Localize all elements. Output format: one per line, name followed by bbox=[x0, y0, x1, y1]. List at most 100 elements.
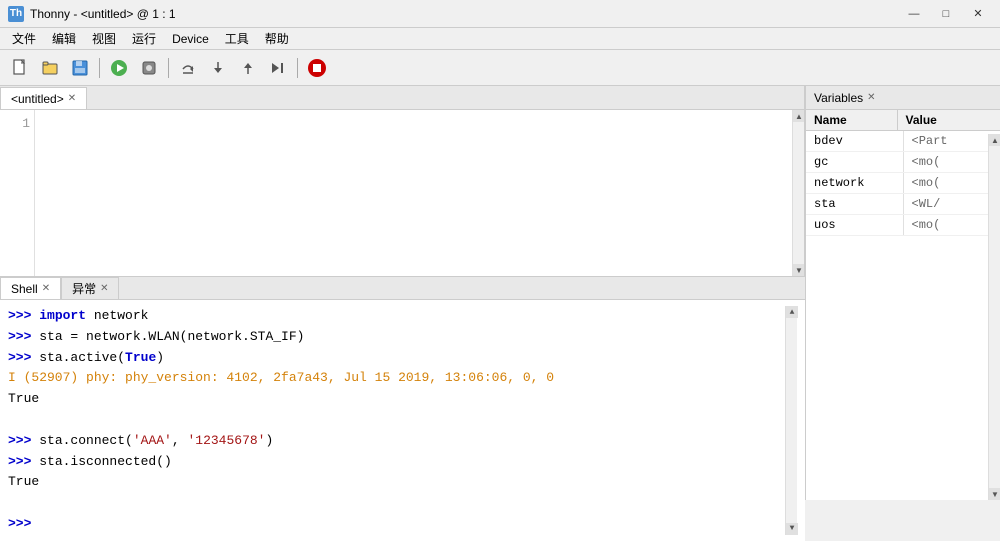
shell-empty-2 bbox=[8, 493, 785, 514]
shell-scroll-track[interactable] bbox=[786, 318, 797, 523]
menu-tools[interactable]: 工具 bbox=[217, 28, 257, 49]
shell-cmd-3: sta.active(True) bbox=[39, 350, 164, 365]
new-file-icon bbox=[11, 59, 29, 77]
menu-view[interactable]: 视图 bbox=[84, 28, 124, 49]
shell-scrollbar[interactable]: ▲ ▼ bbox=[785, 306, 797, 535]
var-scroll-down[interactable]: ▼ bbox=[989, 488, 1000, 500]
var-value-network: <mo( bbox=[904, 173, 1000, 193]
shell-tab-shell[interactable]: Shell ✕ bbox=[0, 277, 61, 299]
shell-cmd-5: sta.isconnected() bbox=[39, 454, 172, 469]
editor-scroll-up[interactable]: ▲ bbox=[793, 110, 804, 122]
var-scroll-up[interactable]: ▲ bbox=[989, 134, 1000, 146]
shell-scroll-up[interactable]: ▲ bbox=[786, 306, 798, 318]
save-icon bbox=[71, 59, 89, 77]
var-name-uos: uos bbox=[806, 215, 904, 235]
shell-output-2: True bbox=[8, 472, 785, 493]
shell-line-4: >>> sta.connect('AAA', '12345678') bbox=[8, 431, 785, 452]
var-row-sta[interactable]: sta <WL/ bbox=[806, 194, 1000, 215]
step-out-button[interactable] bbox=[234, 54, 262, 82]
editor-content: 1 ▲ ▼ bbox=[0, 110, 804, 276]
title-bar: Th Thonny - <untitled> @ 1 : 1 — □ ✕ bbox=[0, 0, 1000, 28]
variables-scrollbar[interactable]: ▲ ▼ bbox=[988, 134, 1000, 500]
menu-device[interactable]: Device bbox=[164, 30, 217, 48]
variables-tab-close[interactable]: ✕ bbox=[867, 92, 875, 103]
shell-line-1: >>> import network bbox=[8, 306, 785, 327]
shell-content[interactable]: >>> import network >>> sta = network.WLA… bbox=[0, 300, 805, 541]
shell-exception-close[interactable]: ✕ bbox=[100, 283, 108, 294]
variables-tab-label[interactable]: Variables bbox=[814, 91, 863, 105]
title-bar-left: Th Thonny - <untitled> @ 1 : 1 bbox=[8, 6, 176, 22]
var-value-gc: <mo( bbox=[904, 152, 1000, 172]
code-area[interactable] bbox=[35, 110, 792, 276]
app-icon: Th bbox=[8, 6, 24, 22]
shell-text: >>> import network >>> sta = network.WLA… bbox=[8, 306, 785, 535]
title-text: Thonny - <untitled> @ 1 : 1 bbox=[30, 7, 176, 21]
debug-button[interactable] bbox=[135, 54, 163, 82]
editor-tab-label: <untitled> bbox=[11, 92, 64, 106]
shell-prompt-final: >>> bbox=[8, 516, 31, 531]
line-numbers: 1 bbox=[0, 110, 35, 276]
menu-file[interactable]: 文件 bbox=[4, 28, 44, 49]
step-out-icon bbox=[239, 59, 257, 77]
new-file-button[interactable] bbox=[6, 54, 34, 82]
shell-prompt-1: >>> bbox=[8, 308, 31, 323]
shell-prompt-5: >>> bbox=[8, 454, 31, 469]
line-number-1: 1 bbox=[8, 114, 30, 135]
shell-cmd-1: import network bbox=[39, 308, 148, 323]
variables-header: Name Value bbox=[806, 110, 1000, 131]
open-button[interactable] bbox=[36, 54, 64, 82]
maximize-button[interactable]: □ bbox=[932, 4, 960, 24]
shell-tab-close[interactable]: ✕ bbox=[42, 283, 50, 294]
main-area: <untitled> ✕ 1 ▲ ▼ Shell bbox=[0, 86, 1000, 500]
var-value-sta: <WL/ bbox=[904, 194, 1000, 214]
editor-scrollbar[interactable]: ▲ ▼ bbox=[792, 110, 804, 276]
step-into-icon bbox=[209, 59, 227, 77]
shell-tab-label: Shell bbox=[11, 282, 38, 296]
var-row-bdev[interactable]: bdev <Part bbox=[806, 131, 1000, 152]
var-header-value: Value bbox=[898, 110, 989, 130]
editor-scroll-track[interactable] bbox=[793, 122, 804, 264]
shell-prompt-4: >>> bbox=[8, 433, 31, 448]
shell-prompt-3: >>> bbox=[8, 350, 31, 365]
run-button[interactable] bbox=[105, 54, 133, 82]
resume-icon bbox=[269, 59, 287, 77]
shell-line-5: >>> sta.isconnected() bbox=[8, 452, 785, 473]
menu-run[interactable]: 运行 bbox=[124, 28, 164, 49]
step-into-button[interactable] bbox=[204, 54, 232, 82]
shell-output-1: True bbox=[8, 389, 785, 410]
toolbar bbox=[0, 50, 1000, 86]
resume-button[interactable] bbox=[264, 54, 292, 82]
stop-icon bbox=[306, 57, 328, 79]
var-name-gc: gc bbox=[806, 152, 904, 172]
var-row-uos[interactable]: uos <mo( bbox=[806, 215, 1000, 236]
menu-edit[interactable]: 编辑 bbox=[44, 28, 84, 49]
editor-tab-untitled[interactable]: <untitled> ✕ bbox=[0, 87, 87, 109]
minimize-button[interactable]: — bbox=[900, 4, 928, 24]
menu-help[interactable]: 帮助 bbox=[257, 28, 297, 49]
variables-pane: Variables ✕ Name Value bdev <Part gc <mo… bbox=[805, 86, 1000, 500]
editor-tab-close[interactable]: ✕ bbox=[68, 93, 76, 104]
step-over-button[interactable] bbox=[174, 54, 202, 82]
shell-empty-1 bbox=[8, 410, 785, 431]
shell-line-2: >>> sta = network.WLAN(network.STA_IF) bbox=[8, 327, 785, 348]
shell-tab-exception[interactable]: 异常 ✕ bbox=[61, 277, 119, 299]
save-button[interactable] bbox=[66, 54, 94, 82]
run-icon bbox=[109, 58, 129, 78]
editor-tabs: <untitled> ✕ bbox=[0, 86, 804, 110]
toolbar-sep-1 bbox=[99, 58, 100, 78]
editor-scroll-down[interactable]: ▼ bbox=[793, 264, 804, 276]
var-row-gc[interactable]: gc <mo( bbox=[806, 152, 1000, 173]
shell-tabs: Shell ✕ 异常 ✕ bbox=[0, 276, 805, 300]
shell-line-3: >>> sta.active(True) bbox=[8, 348, 785, 369]
shell-scroll-down[interactable]: ▼ bbox=[786, 523, 798, 535]
open-icon bbox=[41, 59, 59, 77]
var-row-network[interactable]: network <mo( bbox=[806, 173, 1000, 194]
var-scroll-track[interactable] bbox=[989, 146, 1000, 488]
menu-bar: 文件 编辑 视图 运行 Device 工具 帮助 bbox=[0, 28, 1000, 50]
var-name-sta: sta bbox=[806, 194, 904, 214]
toolbar-sep-2 bbox=[168, 58, 169, 78]
close-button[interactable]: ✕ bbox=[964, 4, 992, 24]
debug-icon bbox=[140, 59, 158, 77]
stop-button[interactable] bbox=[303, 54, 331, 82]
shell-cmd-4: sta.connect('AAA', '12345678') bbox=[39, 433, 273, 448]
